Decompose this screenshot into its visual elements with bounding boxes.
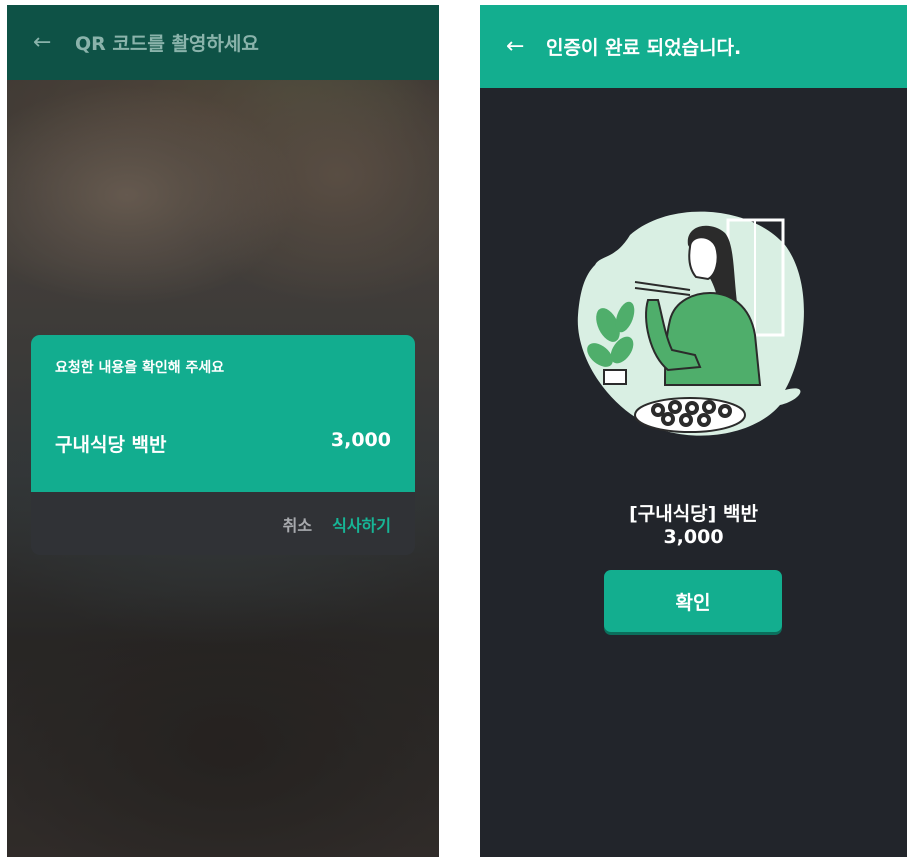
confirm-button[interactable]: 확인: [604, 570, 782, 632]
qr-scan-screen: ← QR 코드를 촬영하세요 요청한 내용을 확인해 주세요 구내식당 백반 3…: [7, 5, 439, 857]
dialog-item-name: 구내식당 백반: [55, 434, 167, 456]
verification-complete-screen: ← 인증이 완료 되었습니다. [구내식당] 백반 3,000 확인: [480, 5, 907, 857]
done-screen-title: 인증이 완료 되었습니다.: [546, 37, 742, 59]
dialog-body: 요청한 내용을 확인해 주세요 구내식당 백반 3,000: [31, 335, 415, 492]
eat-button[interactable]: 식사하기: [332, 512, 391, 536]
dialog-message: 요청한 내용을 확인해 주세요: [55, 360, 225, 376]
result-item-price: 3,000: [663, 526, 724, 548]
confirm-request-dialog: 요청한 내용을 확인해 주세요 구내식당 백반 3,000 취소 식사하기: [31, 335, 415, 555]
back-arrow-icon[interactable]: ←: [33, 30, 73, 55]
face: [688, 236, 719, 281]
result-item-name: [구내식당] 백반: [629, 503, 758, 525]
qr-screen-title: QR 코드를 촬영하세요: [75, 33, 259, 55]
woman-eating-illustration: [577, 211, 804, 436]
cancel-button[interactable]: 취소: [283, 512, 312, 536]
back-arrow-icon[interactable]: ←: [506, 34, 546, 59]
done-app-bar: ← 인증이 완료 되었습니다.: [480, 5, 907, 88]
qr-app-bar: ← QR 코드를 촬영하세요: [7, 5, 439, 80]
dialog-item-price: 3,000: [330, 429, 391, 451]
dialog-actions: 취소 식사하기: [31, 492, 415, 555]
